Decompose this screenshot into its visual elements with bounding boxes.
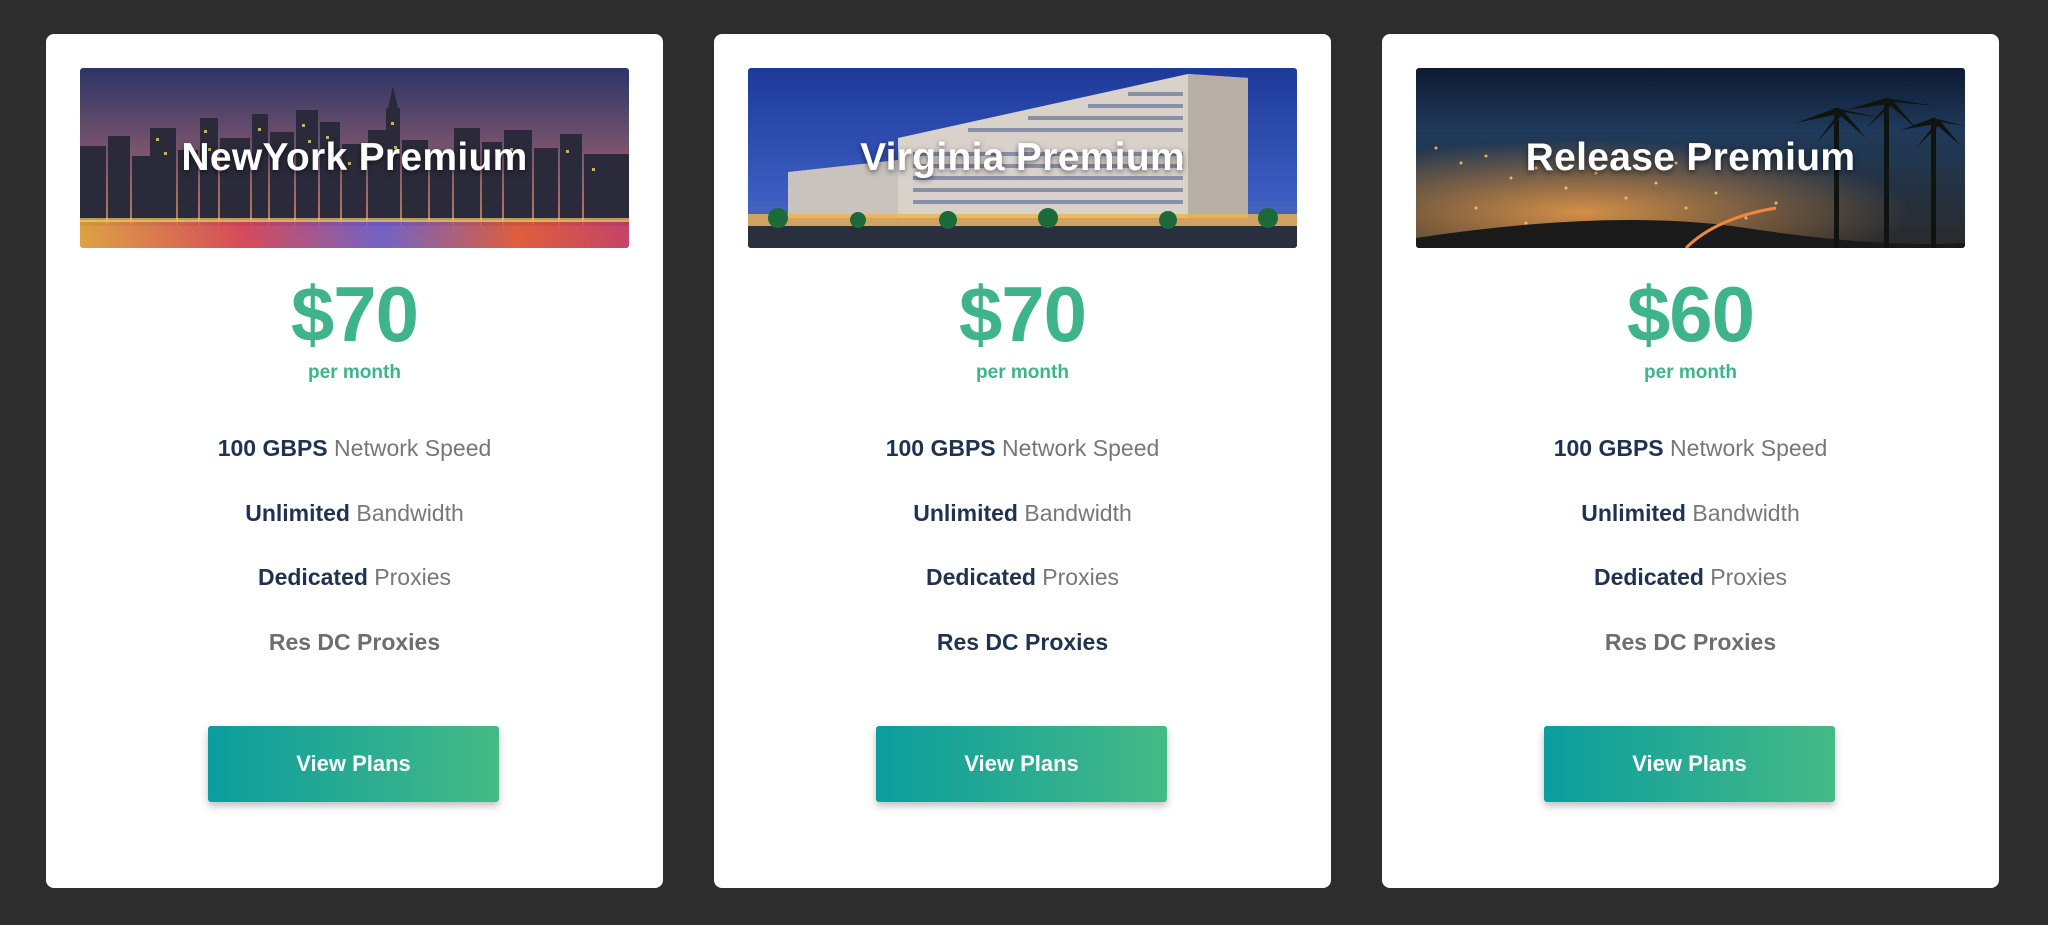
feature-item: Dedicated Proxies [925,564,1120,590]
feature-item: Dedicated Proxies [257,564,452,590]
feature-item: Unlimited Bandwidth [1581,499,1800,526]
feature-item: 100 GBPS Network Speed [885,435,1160,461]
plan-title: NewYork Premium [181,136,528,179]
plan-price: $60 [1626,270,1755,358]
plan-price: $70 [958,270,1087,358]
feature-list: 100 GBPS Network Speed Unlimited Bandwid… [1416,434,1965,692]
plan-period: per month [1644,362,1737,383]
plan-banner-virginia: Virginia Premium [748,68,1297,248]
feature-item: Res DC Proxies [268,628,441,655]
plan-period: per month [976,362,1069,383]
feature-item: Res DC Proxies [1604,628,1777,655]
view-plans-button[interactable]: View Plans [876,726,1167,802]
view-plans-button[interactable]: View Plans [1544,726,1835,802]
view-plans-button[interactable]: View Plans [208,726,499,802]
feature-item: Dedicated Proxies [1593,564,1788,590]
feature-item: 100 GBPS Network Speed [217,435,492,461]
plan-price: $70 [290,270,419,358]
feature-item: Res DC Proxies [936,628,1109,655]
plan-period: per month [308,362,401,383]
pricing-cards: NewYork Premium $70 per month 100 GBPS N… [46,34,1999,888]
plan-banner-release: Release Premium [1416,68,1965,248]
plan-title: Release Premium [1525,136,1856,179]
plan-banner-newyork: NewYork Premium [80,68,629,248]
feature-item: 100 GBPS Network Speed [1553,435,1828,461]
feature-item: Unlimited Bandwidth [913,499,1132,526]
feature-list: 100 GBPS Network Speed Unlimited Bandwid… [748,434,1297,692]
plan-title: Virginia Premium [860,136,1185,179]
feature-item: Unlimited Bandwidth [245,499,464,526]
plan-card-release: Release Premium $60 per month 100 GBPS N… [1382,34,1999,888]
plan-card-virginia: Virginia Premium $70 per month 100 GBPS … [714,34,1331,888]
plan-card-newyork: NewYork Premium $70 per month 100 GBPS N… [46,34,663,888]
feature-list: 100 GBPS Network Speed Unlimited Bandwid… [80,434,629,692]
